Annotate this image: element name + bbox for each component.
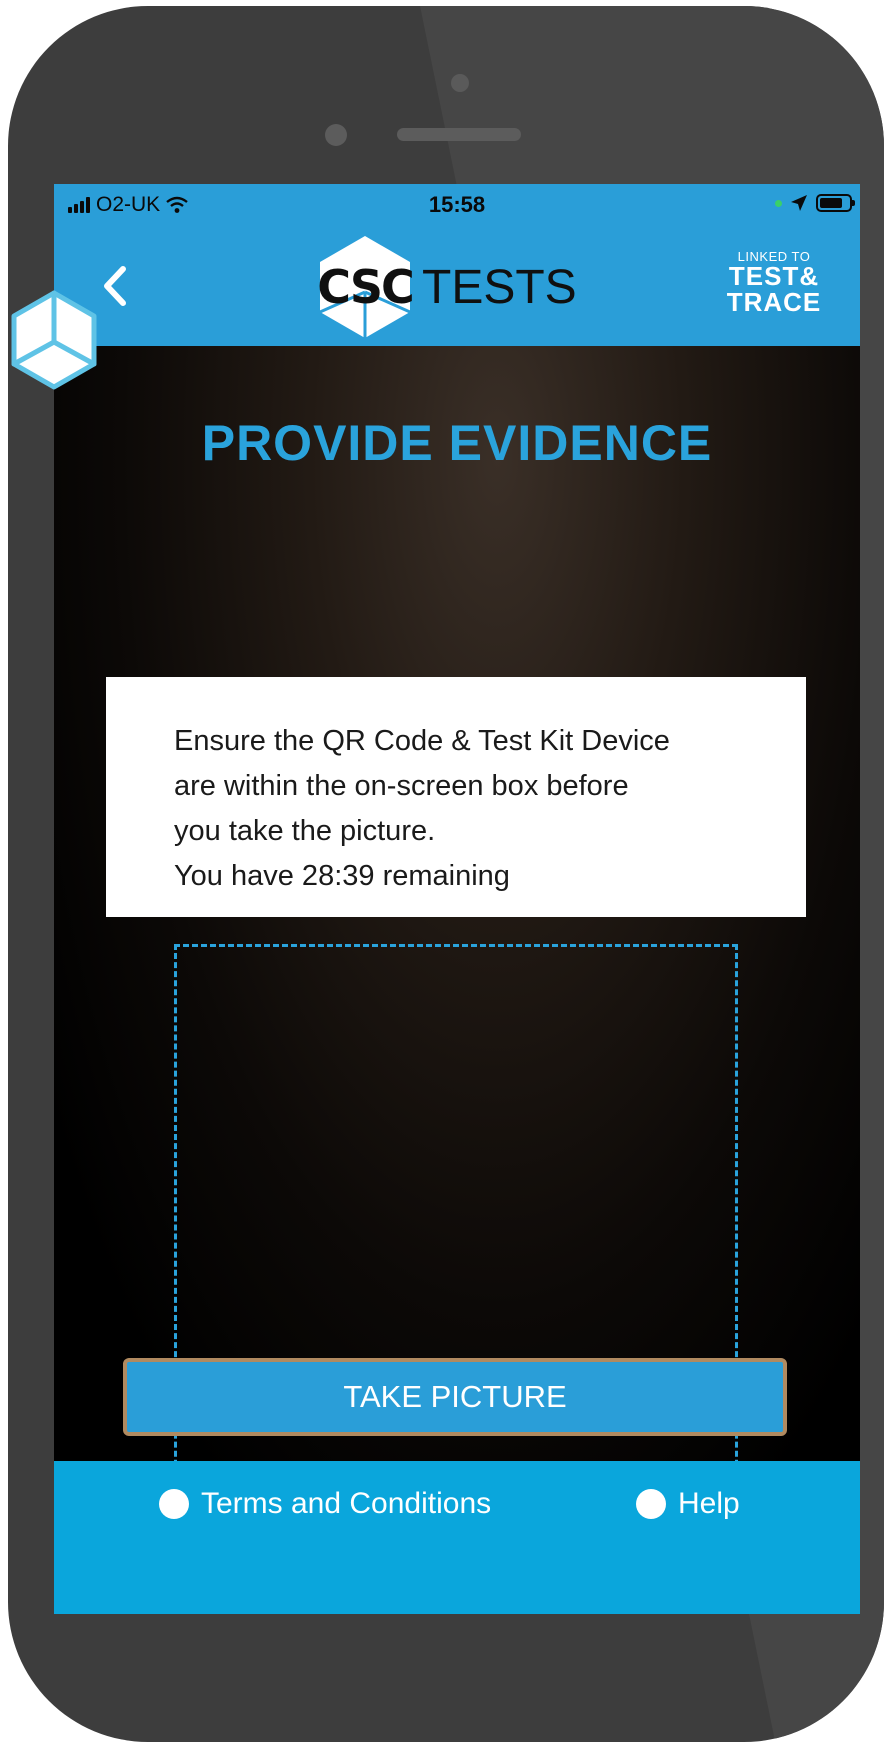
app-logo: CSC TESTS bbox=[312, 234, 577, 344]
battery-icon bbox=[816, 194, 855, 212]
logo-mark-text: CSC bbox=[317, 260, 415, 314]
badge-trace: TRACE bbox=[726, 287, 822, 317]
instruction-text: Ensure the QR Code & Test Kit Device are… bbox=[174, 719, 670, 899]
back-chevron-icon bbox=[104, 266, 126, 306]
status-bar: O2-UK 15:58 bbox=[54, 184, 860, 226]
badge-test: TEST& bbox=[728, 261, 820, 291]
status-right bbox=[775, 194, 855, 212]
logo-word-text: TESTS bbox=[422, 261, 577, 314]
footer: Terms and Conditions Help bbox=[54, 1461, 860, 1614]
status-time: 15:58 bbox=[428, 192, 486, 217]
help-label: Help bbox=[678, 1487, 740, 1520]
take-picture-button[interactable]: TAKE PICTURE bbox=[123, 1358, 787, 1436]
location-arrow-icon bbox=[791, 195, 807, 211]
terms-link[interactable]: Terms and Conditions bbox=[159, 1487, 491, 1521]
proximity-sensor bbox=[325, 124, 347, 146]
instruction-line: Ensure the QR Code & Test Kit Device bbox=[174, 725, 670, 757]
countdown-line: You have 28:39 remaining bbox=[174, 860, 510, 892]
phone-frame: O2-UK 15:58 CSC TESTS LINKED TO TEST& TR… bbox=[8, 6, 884, 1742]
instruction-card: Ensure the QR Code & Test Kit Device are… bbox=[106, 677, 806, 917]
earpiece-speaker bbox=[397, 128, 521, 141]
app-header: CSC TESTS LINKED TO TEST& TRACE bbox=[54, 226, 860, 346]
phone-screen: O2-UK 15:58 CSC TESTS LINKED TO TEST& TR… bbox=[54, 184, 860, 1614]
bullet-icon bbox=[636, 1489, 666, 1519]
help-link[interactable]: Help bbox=[636, 1487, 740, 1521]
bullet-icon bbox=[159, 1489, 189, 1519]
test-and-trace-badge: LINKED TO TEST& TRACE bbox=[726, 250, 822, 315]
instruction-line: you take the picture. bbox=[174, 815, 436, 847]
terms-label: Terms and Conditions bbox=[201, 1487, 492, 1520]
camera-viewfinder: PROVIDE EVIDENCE Ensure the QR Code & Te… bbox=[54, 346, 860, 1511]
privacy-indicator-dot bbox=[775, 199, 782, 207]
page-title: PROVIDE EVIDENCE bbox=[201, 415, 713, 471]
cube-icon bbox=[11, 290, 97, 390]
instruction-line: are within the on-screen box before bbox=[174, 770, 629, 802]
front-camera bbox=[451, 74, 469, 92]
